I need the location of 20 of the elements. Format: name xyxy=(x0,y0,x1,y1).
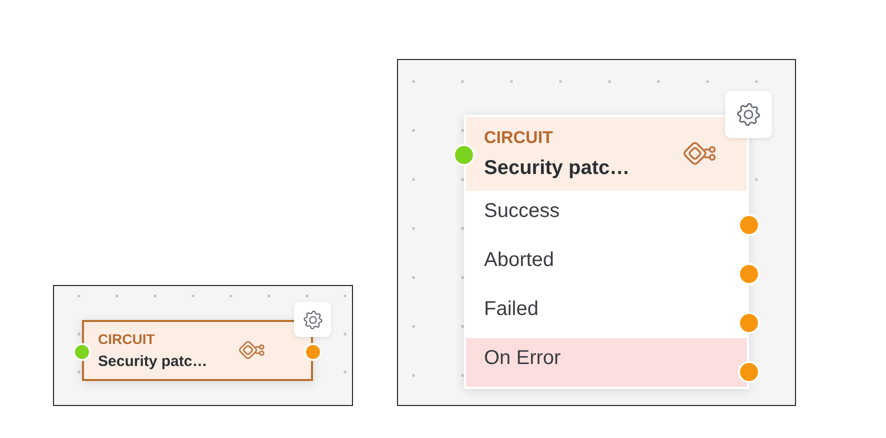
settings-button[interactable] xyxy=(294,302,331,337)
circuit-node[interactable]: CIRCUIT Security patc… xyxy=(82,320,313,381)
output-port[interactable] xyxy=(304,343,322,361)
settings-button[interactable] xyxy=(725,91,772,138)
output-label: Aborted xyxy=(484,249,554,272)
settings-icon xyxy=(735,101,762,128)
node-title: Security patc… xyxy=(484,157,631,180)
output-port[interactable] xyxy=(738,312,760,334)
settings-icon xyxy=(302,308,324,330)
node-title: Security patc… xyxy=(98,353,208,370)
circuit-node[interactable]: CIRCUIT Security patc… Success Aborted Failed On Error xyxy=(464,115,749,389)
node-category: CIRCUIT xyxy=(484,128,554,148)
output-port[interactable] xyxy=(738,214,760,236)
input-port[interactable] xyxy=(73,343,91,361)
node-category: CIRCUIT xyxy=(98,331,156,347)
output-label: Success xyxy=(484,200,560,223)
input-port[interactable] xyxy=(453,144,475,166)
output-label: Failed xyxy=(484,298,538,321)
output-port[interactable] xyxy=(738,361,760,383)
output-label: On Error xyxy=(484,347,561,370)
